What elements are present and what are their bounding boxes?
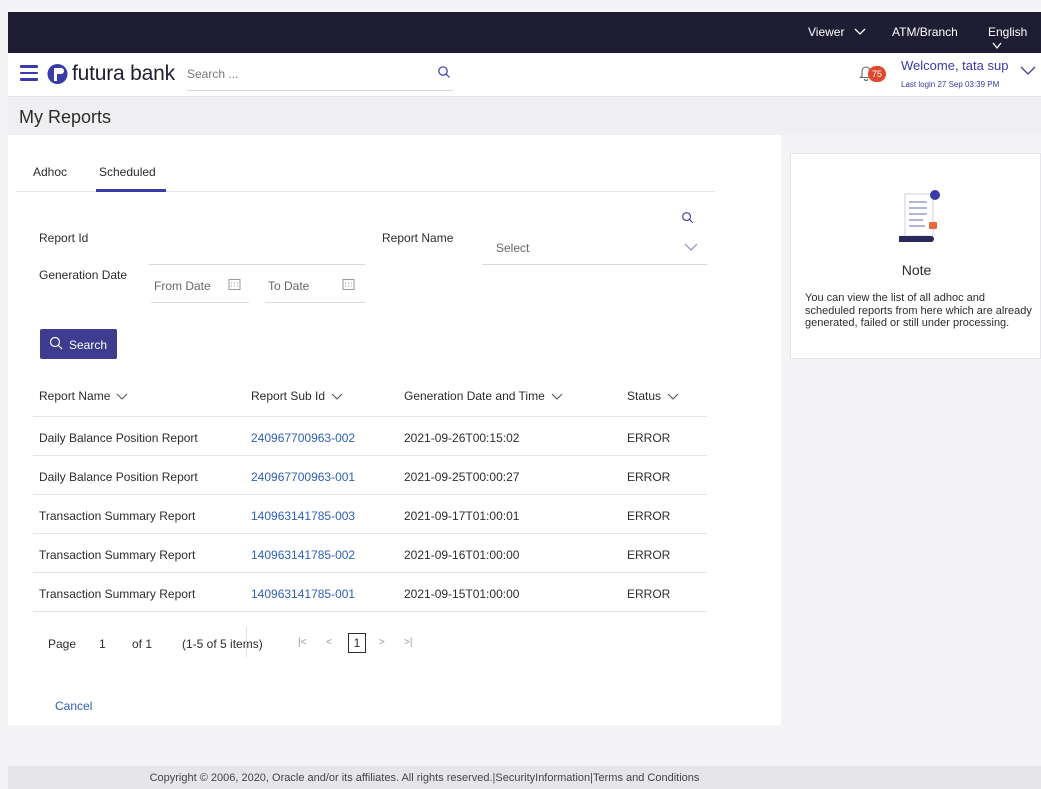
chevron-down-icon[interactable]	[1020, 66, 1036, 76]
futura-bank-logo-icon	[47, 64, 68, 84]
current-page-button[interactable]: 1	[348, 633, 366, 653]
page-title: My Reports	[19, 107, 112, 127]
footer-spacer	[8, 725, 1041, 766]
report-name-select[interactable]: Select	[496, 241, 529, 255]
generation-date-label: Generation Date	[39, 268, 128, 282]
app-header: futura bank 75 Welcome, tata sup Last lo…	[8, 53, 1041, 97]
column-header-label: Report Sub Id	[251, 389, 326, 403]
generation-datetime-cell: 2021-09-17T01:00:01	[404, 509, 520, 523]
sort-chevron-icon[interactable]	[667, 393, 679, 401]
table-row: Transaction Summary Report 140963141785-…	[33, 495, 707, 534]
sort-chevron-icon[interactable]	[116, 393, 128, 401]
report-document-icon	[899, 190, 940, 242]
role-menu[interactable]: Viewer	[808, 25, 866, 39]
note-title: Note	[901, 262, 932, 278]
from-date-underline	[151, 302, 249, 303]
report-sub-id-link[interactable]: 240967700963-001	[251, 470, 355, 484]
to-date-underline	[265, 302, 365, 303]
report-name-cell: Transaction Summary Report	[39, 509, 196, 523]
top-bar: Viewer ATM/Branch English	[8, 12, 1041, 53]
items-count: (1-5 of 5 items)	[182, 637, 263, 651]
column-header-report-name[interactable]: Report Name	[39, 389, 128, 403]
pagination-divider	[246, 627, 247, 657]
report-name-underline	[482, 264, 707, 265]
page-label: Page	[48, 637, 77, 651]
report-sub-id-link[interactable]: 240967700963-002	[251, 431, 355, 445]
page-title-bar: My Reports	[8, 98, 1041, 135]
table-row: Daily Balance Position Report 2409677009…	[33, 417, 707, 456]
chevron-down-icon	[992, 42, 1002, 50]
tab-adhoc[interactable]: Adhoc	[33, 165, 67, 179]
role-label: Viewer	[808, 25, 845, 39]
report-name-cell: Daily Balance Position Report	[39, 431, 198, 445]
status-cell: ERROR	[627, 431, 671, 445]
location-menu[interactable]: ATM/Branch	[892, 25, 958, 39]
search-icon[interactable]	[681, 211, 694, 224]
footer-copyright[interactable]: Copyright © 2006, 2020, Oracle and/or it…	[150, 772, 700, 784]
table-row: Transaction Summary Report 140963141785-…	[33, 534, 707, 573]
search-icon[interactable]	[437, 65, 451, 79]
calendar-icon[interactable]	[228, 278, 241, 291]
next-page-button[interactable]: >	[379, 637, 385, 648]
report-name-label: Report Name	[382, 231, 454, 245]
report-name-cell: Transaction Summary Report	[39, 587, 196, 601]
tab-scheduled[interactable]: Scheduled	[99, 165, 156, 179]
note-panel: Note You can view the list of all adhoc …	[790, 153, 1041, 359]
report-id-underline	[149, 264, 365, 265]
report-id-label: Report Id	[39, 231, 89, 245]
note-text: You can view the list of all adhoc and s…	[805, 292, 1032, 329]
reports-panel: Adhoc Scheduled Report Id Report Name Se…	[8, 135, 781, 725]
search-button-label: Search	[69, 338, 108, 352]
footer: Copyright © 2006, 2020, Oracle and/or it…	[8, 766, 1041, 789]
column-header-label: Generation Date and Time	[404, 389, 545, 403]
chevron-down-icon	[854, 28, 866, 35]
table-row: Transaction Summary Report 140963141785-…	[33, 573, 707, 612]
report-name-cell: Transaction Summary Report	[39, 548, 196, 562]
language-menu[interactable]: English	[988, 25, 1041, 53]
status-cell: ERROR	[627, 548, 671, 562]
status-cell: ERROR	[627, 587, 671, 601]
page-total: of 1	[132, 637, 153, 651]
search-button[interactable]: Search	[40, 329, 117, 359]
column-header-generation-date[interactable]: Generation Date and Time	[404, 389, 563, 403]
search-icon	[49, 336, 63, 350]
from-date-field[interactable]: From Date	[154, 279, 211, 293]
column-header-status[interactable]: Status	[627, 389, 679, 403]
last-page-button[interactable]: >|	[404, 637, 412, 648]
generation-datetime-cell: 2021-09-15T01:00:00	[404, 587, 520, 601]
generation-datetime-cell: 2021-09-26T00:15:02	[404, 431, 520, 445]
last-login-text: Last login 27 Sep 03:39 PM	[901, 80, 1000, 89]
status-cell: ERROR	[627, 470, 671, 484]
brand-name: futura bank	[72, 62, 175, 85]
prev-page-button[interactable]: <	[326, 637, 332, 648]
notification-count-badge[interactable]: 75	[868, 66, 886, 82]
first-page-button[interactable]: |<	[298, 637, 306, 648]
report-sub-id-link[interactable]: 140963141785-003	[251, 509, 355, 523]
column-header-report-sub-id[interactable]: Report Sub Id	[251, 389, 343, 403]
language-label: English	[988, 25, 1028, 39]
page-number: 1	[99, 637, 106, 651]
to-date-field[interactable]: To Date	[268, 279, 309, 293]
status-cell: ERROR	[627, 509, 671, 523]
sort-chevron-icon[interactable]	[551, 393, 563, 401]
column-header-label: Report Name	[39, 389, 111, 403]
table-row: Daily Balance Position Report 2409677009…	[33, 456, 707, 495]
generation-datetime-cell: 2021-09-16T01:00:00	[404, 548, 520, 562]
global-search-input[interactable]	[187, 61, 417, 87]
chevron-down-icon[interactable]	[684, 243, 698, 251]
report-sub-id-link[interactable]: 140963141785-001	[251, 587, 355, 601]
hamburger-menu-icon[interactable]	[20, 65, 38, 81]
generation-datetime-cell: 2021-09-25T00:00:27	[404, 470, 520, 484]
report-sub-id-link[interactable]: 140963141785-002	[251, 548, 355, 562]
cancel-link[interactable]: Cancel	[55, 699, 92, 713]
report-name-cell: Daily Balance Position Report	[39, 470, 198, 484]
sort-chevron-icon[interactable]	[331, 393, 343, 401]
active-tab-indicator	[96, 189, 166, 192]
column-header-label: Status	[627, 389, 662, 403]
global-search	[187, 61, 453, 91]
welcome-user[interactable]: Welcome, tata sup	[901, 58, 1008, 73]
calendar-icon[interactable]	[342, 278, 355, 291]
